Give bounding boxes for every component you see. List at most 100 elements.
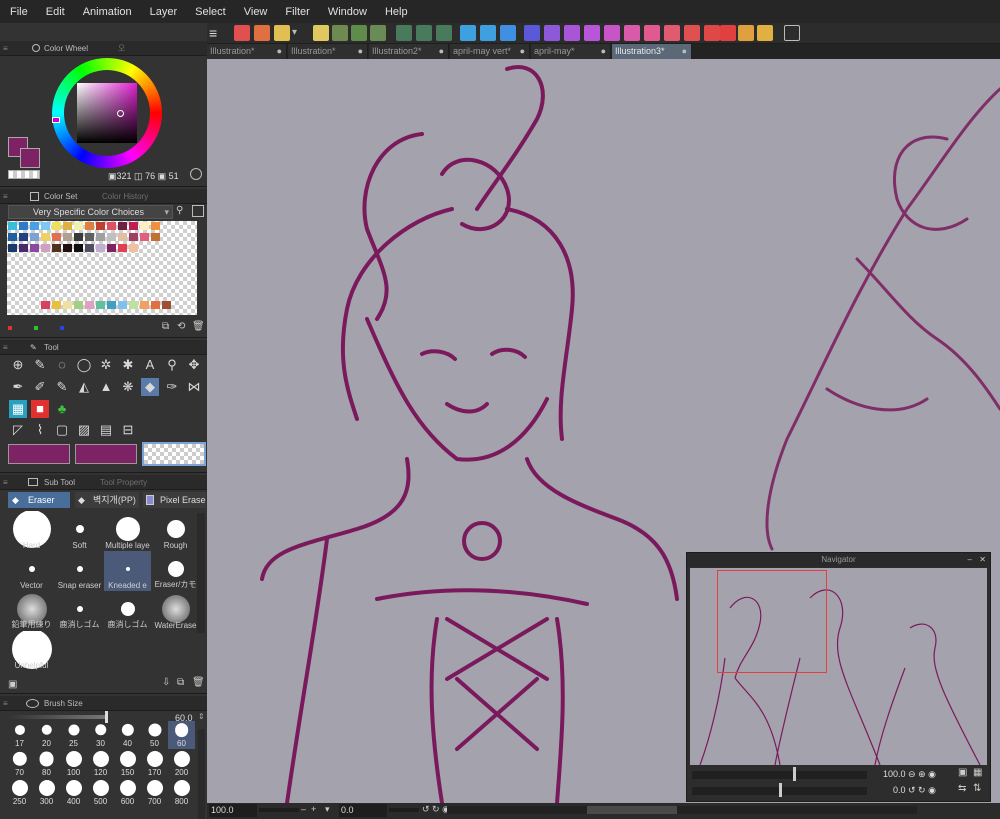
- text-icon[interactable]: A: [141, 356, 159, 374]
- brush-size-preset[interactable]: 300: [33, 779, 60, 807]
- sv-square[interactable]: [77, 83, 137, 143]
- settings-icon[interactable]: ▣: [8, 679, 17, 690]
- eyedropper-toggle-icon[interactable]: [190, 168, 202, 180]
- brush-size-preset[interactable]: 600: [114, 779, 141, 807]
- sub-drawing-color[interactable]: [75, 444, 137, 464]
- palette-swatch[interactable]: [96, 233, 105, 241]
- brush-icon[interactable]: ✎: [53, 378, 71, 396]
- zoom-out-icon[interactable]: [584, 25, 600, 41]
- fit-icon[interactable]: [604, 25, 620, 41]
- brush-size-preset[interactable]: 30: [87, 721, 114, 749]
- layer-icon[interactable]: [332, 25, 348, 41]
- group-ppu[interactable]: ◆ 벽지개(PP): [75, 492, 139, 508]
- palette-swatch[interactable]: [151, 233, 160, 241]
- color-palette[interactable]: [7, 221, 197, 315]
- zoom-mini-slider[interactable]: [259, 808, 299, 812]
- deselect-icon[interactable]: [396, 25, 412, 41]
- copy-icon[interactable]: ⧉: [177, 677, 184, 688]
- palette-swatch[interactable]: [107, 244, 116, 252]
- palette-swatch[interactable]: [85, 222, 94, 230]
- reset-view-icon[interactable]: [664, 25, 680, 41]
- clear-icon[interactable]: [684, 25, 700, 41]
- download-icon[interactable]: ⇩: [162, 677, 170, 688]
- tab-tool-property[interactable]: Tool Property: [100, 475, 147, 490]
- fit-window-icon[interactable]: ▣: [958, 767, 967, 778]
- ruler-shape-icon[interactable]: ⊟: [119, 421, 137, 439]
- sub-tool-item[interactable]: Multiple laye: [104, 511, 151, 551]
- palette-swatch[interactable]: [30, 233, 39, 241]
- sun2-icon[interactable]: [738, 25, 754, 41]
- horizontal-scrollbar[interactable]: [447, 806, 917, 814]
- palette-swatch[interactable]: [30, 244, 39, 252]
- close-icon[interactable]: ●: [601, 44, 606, 59]
- close-icon[interactable]: ●: [520, 44, 525, 59]
- doc-tab-active[interactable]: Illustration3* ●: [612, 44, 692, 59]
- lasso-icon[interactable]: ◌: [53, 356, 71, 374]
- palette-swatch[interactable]: [74, 222, 83, 230]
- brush-size-preset[interactable]: 70: [6, 750, 33, 778]
- palette-swatch[interactable]: [140, 233, 149, 241]
- airbrush-icon[interactable]: ▲: [97, 378, 115, 396]
- actual-size-icon[interactable]: ▦: [973, 767, 982, 778]
- palette-swatch[interactable]: [41, 233, 50, 241]
- palette-swatch[interactable]: [63, 233, 72, 241]
- menu-edit[interactable]: Edit: [46, 6, 65, 18]
- trash-icon[interactable]: 🗑: [192, 321, 205, 332]
- palette-swatch[interactable]: [41, 222, 50, 230]
- rectangle-icon[interactable]: ▢: [53, 421, 71, 439]
- palette-swatch[interactable]: [41, 301, 50, 309]
- sub-tool-item[interactable]: Soft: [56, 511, 103, 551]
- angle-field[interactable]: 0.0: [339, 804, 387, 817]
- color-set-select[interactable]: Very Specific Color Choices ▾: [8, 205, 173, 219]
- close-icon[interactable]: ●: [277, 44, 282, 59]
- palette-swatch[interactable]: [63, 222, 72, 230]
- sub-tool-item[interactable]: Kneaded e: [104, 551, 151, 591]
- frame-icon[interactable]: ▦: [9, 400, 27, 418]
- rotate-icon[interactable]: [624, 25, 640, 41]
- brush-size-preset[interactable]: 80: [33, 750, 60, 778]
- palette-swatch[interactable]: [74, 233, 83, 241]
- zoom-slider[interactable]: [692, 771, 867, 779]
- brush-size-preset[interactable]: 150: [114, 750, 141, 778]
- brush-size-preset[interactable]: 60: [168, 721, 195, 749]
- zoom-icon[interactable]: ⚲: [163, 356, 181, 374]
- palette-swatch[interactable]: [19, 244, 28, 252]
- blend-icon[interactable]: ✑: [163, 378, 181, 396]
- palette-swatch[interactable]: [118, 301, 127, 309]
- palette-swatch[interactable]: [52, 233, 61, 241]
- tone-icon[interactable]: ▤: [97, 421, 115, 439]
- replace-color-icon[interactable]: ⟲: [177, 321, 185, 332]
- zoom-slider-handle[interactable]: [793, 767, 796, 781]
- group-eraser[interactable]: ◆ Eraser: [8, 492, 70, 508]
- palette-swatch[interactable]: [19, 233, 28, 241]
- close-icon[interactable]: ●: [682, 44, 687, 59]
- brush-size-preset[interactable]: 17: [6, 721, 33, 749]
- sub-color-swatch[interactable]: [20, 148, 40, 168]
- tab-color-slider[interactable]: 오: [118, 41, 125, 56]
- close-icon[interactable]: ●: [358, 44, 363, 59]
- palette-swatch[interactable]: [85, 244, 94, 252]
- menu-help[interactable]: Help: [385, 6, 408, 18]
- cross-icon[interactable]: [720, 25, 736, 41]
- menu-layer[interactable]: Layer: [150, 6, 178, 18]
- doc-tab[interactable]: april-may* ●: [531, 44, 611, 59]
- sub-tool-item[interactable]: Vector: [8, 551, 55, 591]
- move-layer-icon[interactable]: ⊕: [9, 356, 27, 374]
- palette-swatch[interactable]: [140, 301, 149, 309]
- redo-icon[interactable]: [544, 25, 560, 41]
- rotation-value[interactable]: 0.0: [893, 785, 906, 795]
- menu-animation[interactable]: Animation: [83, 6, 132, 18]
- palette-swatch[interactable]: [96, 301, 105, 309]
- palette-swatch[interactable]: [74, 301, 83, 309]
- brush-size-preset[interactable]: 40: [114, 721, 141, 749]
- panel-title[interactable]: Sub Tool: [44, 475, 75, 490]
- palette-swatch[interactable]: [129, 244, 138, 252]
- palette-swatch[interactable]: [118, 222, 127, 230]
- chevron-down-icon[interactable]: ▾: [292, 25, 300, 41]
- brush-size-preset[interactable]: 800: [168, 779, 195, 807]
- tablet-icon[interactable]: [784, 25, 800, 41]
- doc-tab[interactable]: april-may vert* ●: [450, 44, 530, 59]
- palette-swatch[interactable]: [140, 222, 149, 230]
- download-icon[interactable]: [192, 205, 204, 217]
- menu-filter[interactable]: Filter: [285, 6, 309, 18]
